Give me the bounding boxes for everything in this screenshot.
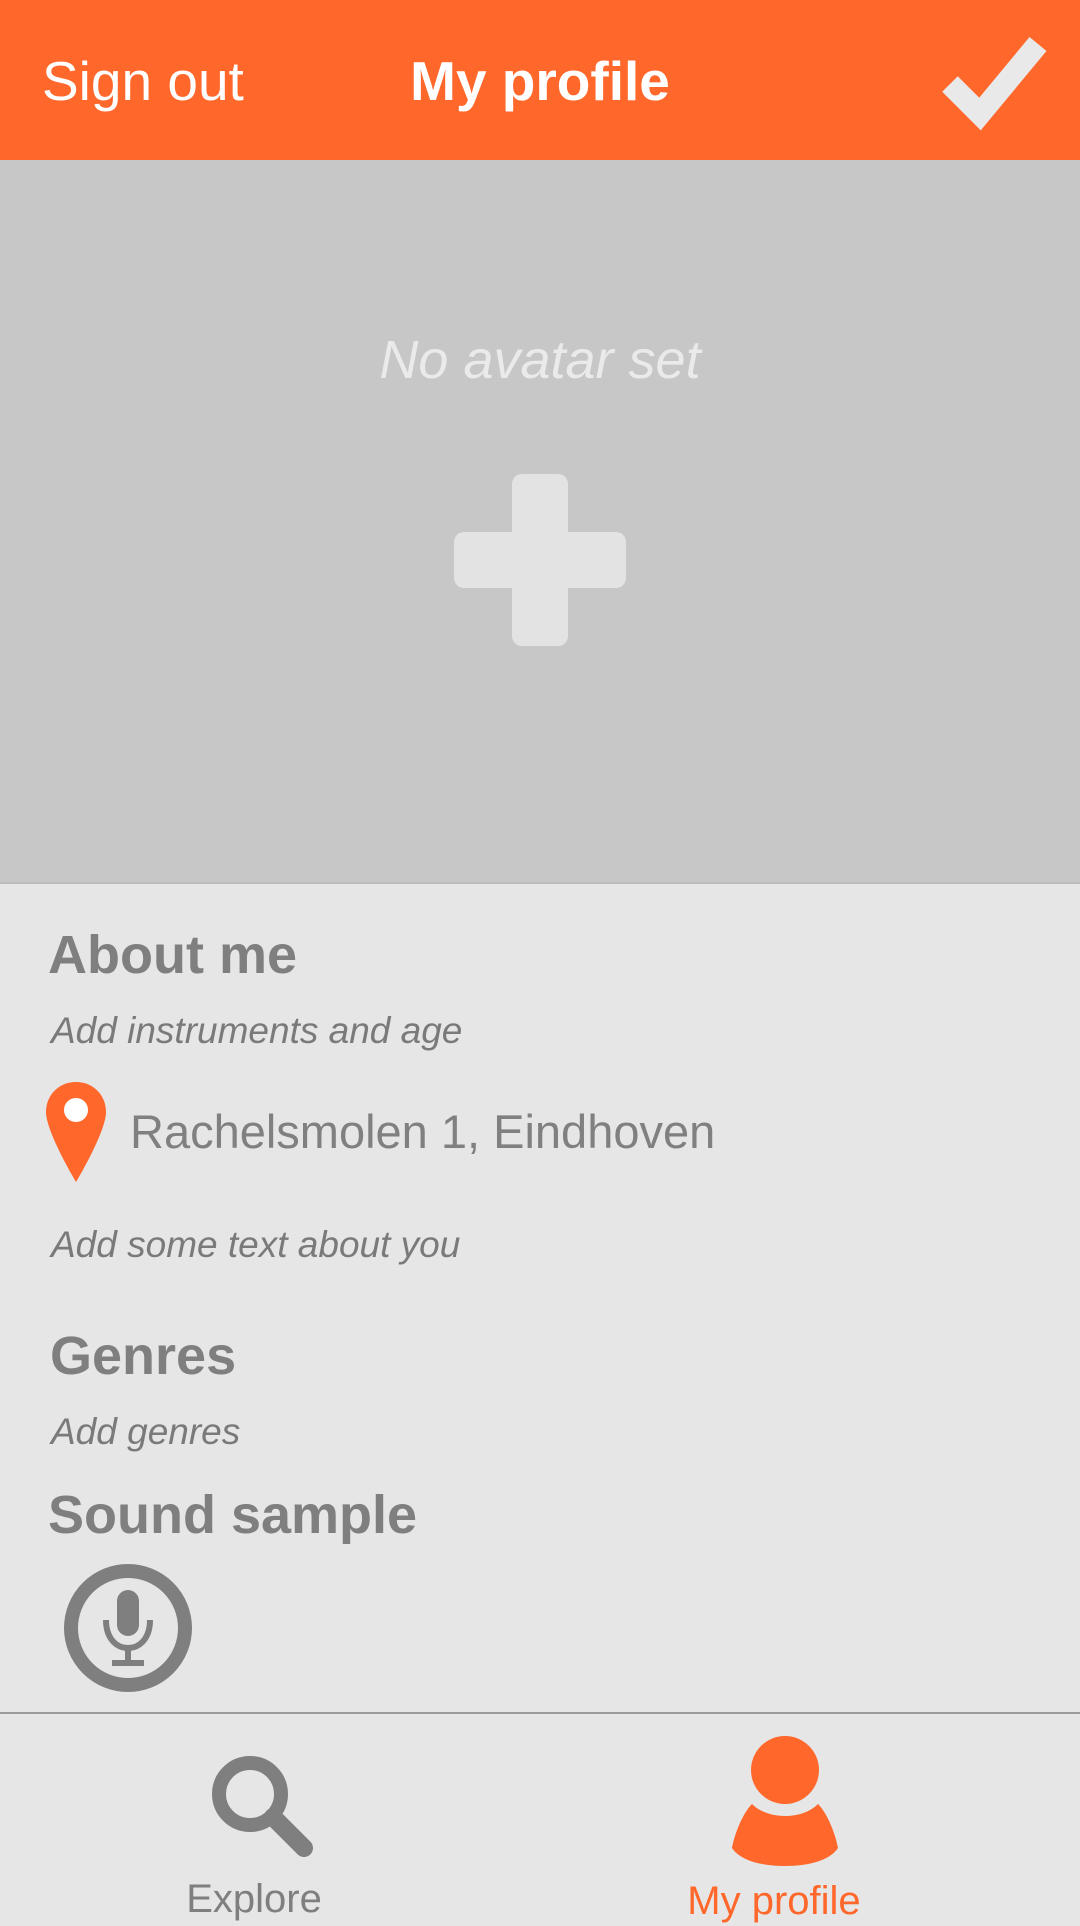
plus-icon[interactable]	[454, 474, 626, 646]
microphone-icon[interactable]	[62, 1562, 194, 1694]
tab-my-profile[interactable]: My profile	[540, 1714, 1080, 1923]
sound-sample-heading: Sound sample	[48, 1485, 418, 1545]
tab-explore-label: Explore	[186, 1877, 322, 1921]
page-title: My profile	[410, 50, 670, 112]
map-pin-icon	[46, 1082, 106, 1182]
profile-details: About me Add instruments and age Rachels…	[0, 884, 1080, 1712]
search-icon	[212, 1756, 313, 1857]
genres-field[interactable]: Add genres	[51, 1407, 240, 1457]
about-text-field[interactable]: Add some text about you	[51, 1220, 460, 1270]
bottom-nav: Explore My profile	[0, 1712, 1080, 1923]
top-bar: Sign out My profile	[0, 0, 1080, 160]
about-me-heading: About me	[48, 925, 297, 985]
user-icon	[732, 1736, 838, 1866]
location-text[interactable]: Rachelsmolen 1, Eindhoven	[130, 1102, 715, 1162]
checkmark-icon[interactable]	[940, 26, 1050, 136]
genres-heading: Genres	[50, 1326, 237, 1386]
tab-explore[interactable]: Explore	[0, 1714, 540, 1922]
instruments-age-field[interactable]: Add instruments and age	[51, 1006, 462, 1056]
no-avatar-text: No avatar set	[379, 330, 701, 390]
sign-out-button[interactable]: Sign out	[42, 46, 244, 116]
tab-my-profile-label: My profile	[687, 1879, 861, 1923]
avatar-area[interactable]: No avatar set	[0, 160, 1080, 884]
